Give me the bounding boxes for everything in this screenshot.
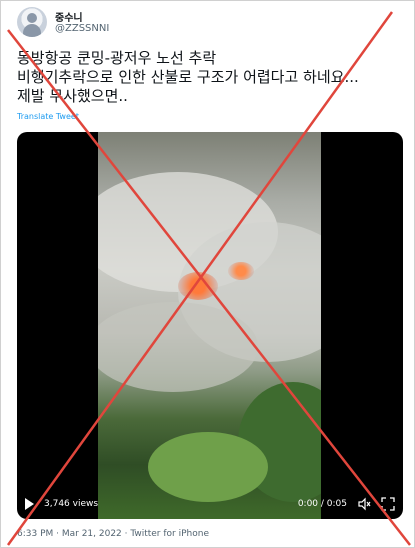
play-icon[interactable]: [25, 498, 34, 510]
tweet-line-2: 비행기추락으로 인한 산불로 구조가 어렵다고 하네요...: [17, 68, 359, 86]
tweet-line-3: 제발 무사했으면..: [17, 87, 128, 105]
avatar[interactable]: [17, 7, 47, 37]
translate-tweet-link[interactable]: Translate Tweet: [17, 112, 79, 121]
video-player[interactable]: 3,746 views 0:00 / 0:05: [17, 132, 403, 519]
tweet-text: 동방항공 쿤밍-광저우 노선 추락 비행기추락으로 인한 산불로 구조가 어렵다…: [17, 49, 409, 106]
video-time: 0:00 / 0:05: [297, 499, 347, 509]
fire-glow: [178, 272, 218, 300]
fire-glow: [228, 262, 254, 280]
avatar-head-shape: [27, 13, 37, 23]
video-frame: [98, 132, 321, 519]
tweet-timestamp[interactable]: 6:33 PM · Mar 21, 2022 · Twitter for iPh…: [17, 529, 209, 539]
avatar-body-shape: [23, 24, 41, 37]
user-display-name[interactable]: 중수니: [55, 9, 83, 24]
smoke-cloud: [98, 302, 258, 392]
tweet-line-1: 동방항공 쿤밍-광저우 노선 추락: [17, 49, 217, 67]
video-controls: 3,746 views 0:00 / 0:05: [17, 489, 403, 519]
view-count: 3,746 views: [44, 499, 99, 509]
tweet-card: 중수니 @ZZSSNNI 동방항공 쿤밍-광저우 노선 추락 비행기추락으로 인…: [0, 0, 415, 548]
user-handle[interactable]: @ZZSSNNI: [55, 23, 109, 34]
fullscreen-icon[interactable]: [381, 497, 395, 511]
volume-icon[interactable]: [357, 497, 371, 511]
